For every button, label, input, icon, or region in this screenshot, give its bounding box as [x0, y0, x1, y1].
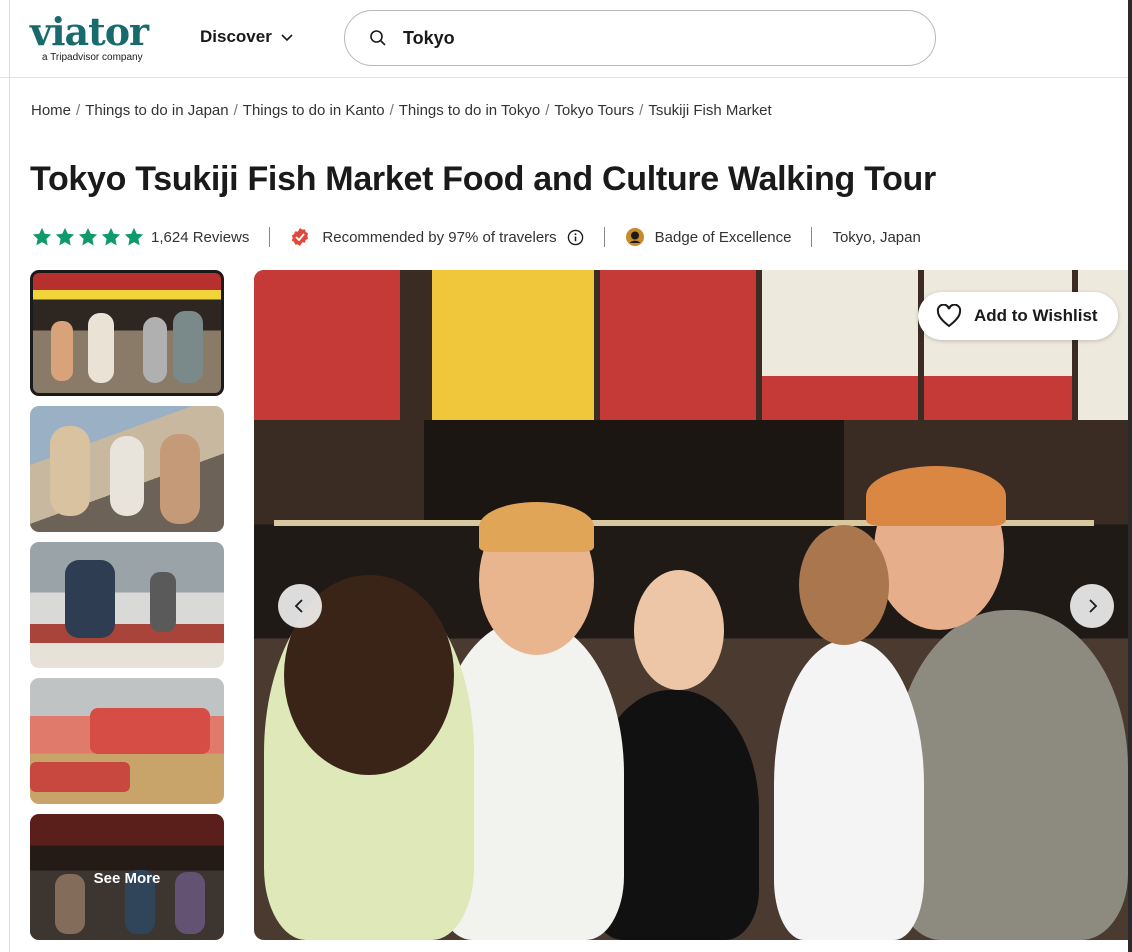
photo-shape: [110, 436, 144, 516]
heart-icon: [936, 304, 962, 328]
star-icon: [78, 227, 98, 246]
logo-wordmark: viator: [30, 9, 149, 54]
thumbnail-3[interactable]: [30, 542, 224, 668]
see-more-label: See More: [93, 870, 161, 887]
page-frame-left: [9, 0, 10, 952]
thumbnail-see-more[interactable]: See More: [30, 814, 224, 940]
photo-banner: [432, 270, 594, 420]
next-photo-button[interactable]: [1070, 584, 1114, 628]
page-frame-right: [1128, 0, 1132, 952]
meta-divider: [269, 227, 271, 247]
star-icon: [32, 227, 52, 246]
recommend-badge-icon: [292, 228, 309, 246]
breadcrumb: Home / Things to do in Japan / Things to d…: [31, 102, 772, 119]
rating-stars[interactable]: [31, 226, 145, 248]
breadcrumb-tokyo-tours[interactable]: Tokyo Tours: [554, 102, 634, 119]
logo-tagline: a Tripadvisor company: [42, 52, 143, 63]
chevron-right-icon: [1089, 599, 1098, 613]
search-icon: [370, 30, 386, 46]
meta-divider: [811, 227, 813, 247]
photo-shape: [30, 762, 130, 792]
breadcrumb-separator: /: [389, 102, 394, 119]
add-to-wishlist-button[interactable]: Add to Wishlist: [918, 292, 1118, 340]
photo-person-head: [799, 525, 889, 645]
product-meta-row: 1,624 Reviews Recommended by 97% of trav…: [31, 224, 921, 250]
breadcrumb-kanto[interactable]: Things to do in Kanto: [243, 102, 385, 119]
discover-label: Discover: [200, 27, 272, 46]
breadcrumb-separator: /: [639, 102, 644, 119]
photo-shape: [150, 572, 176, 632]
main-photo[interactable]: Add to Wishlist: [254, 270, 1128, 940]
breadcrumb-separator: /: [545, 102, 550, 119]
thumbnail-2[interactable]: [30, 406, 224, 532]
wishlist-label: Add to Wishlist: [974, 306, 1098, 325]
photo-banner: [600, 270, 756, 420]
location-text: Tokyo, Japan: [832, 228, 921, 246]
badge-of-excellence-icon: [625, 228, 644, 246]
thumbnail-1[interactable]: [30, 270, 224, 396]
previous-photo-button[interactable]: [278, 584, 322, 628]
photo-banner: [762, 270, 918, 420]
photo-shop-sign: [424, 420, 844, 520]
breadcrumb-separator: /: [233, 102, 238, 119]
info-icon[interactable]: [567, 229, 584, 246]
search-input[interactable]: [403, 27, 883, 49]
star-icon: [124, 227, 144, 246]
photo-shape: [51, 321, 73, 381]
star-icon: [101, 227, 121, 246]
photo-shape: [160, 434, 200, 524]
breadcrumb-separator: /: [76, 102, 81, 119]
breadcrumb-japan[interactable]: Things to do in Japan: [85, 102, 228, 119]
search-bar[interactable]: [344, 10, 936, 66]
badge-text: Badge of Excellence: [654, 228, 792, 246]
photo-person-hair: [866, 466, 1006, 526]
recommended-text: Recommended by 97% of travelers: [322, 228, 557, 246]
chevron-left-icon: [294, 599, 303, 613]
photo-shape: [88, 313, 114, 383]
breadcrumb-tsukiji[interactable]: Tsukiji Fish Market: [648, 102, 771, 119]
photo-person-hair: [479, 502, 594, 552]
photo-person-head: [634, 570, 724, 690]
viator-logo[interactable]: viator a Tripadvisor company: [30, 12, 170, 64]
discover-menu[interactable]: Discover: [200, 27, 294, 47]
breadcrumb-tokyo[interactable]: Things to do in Tokyo: [399, 102, 540, 119]
thumbnail-4[interactable]: [30, 678, 224, 804]
photo-person: [774, 640, 924, 940]
photo-shape: [50, 426, 90, 516]
reviews-link[interactable]: 1,624 Reviews: [151, 229, 249, 246]
breadcrumb-home[interactable]: Home: [31, 102, 71, 119]
meta-divider: [603, 227, 605, 247]
star-icon: [55, 227, 75, 246]
photo-shape: [143, 317, 167, 383]
chevron-down-icon: [281, 34, 293, 42]
page-title: Tokyo Tsukiji Fish Market Food and Cultu…: [30, 160, 936, 198]
photo-person: [894, 610, 1128, 940]
photo-shape: [173, 311, 203, 383]
site-header: viator a Tripadvisor company Discover: [0, 0, 1132, 78]
photo-shape: [90, 708, 210, 754]
photo-banner: [254, 270, 400, 420]
photo-shape: [65, 560, 115, 638]
